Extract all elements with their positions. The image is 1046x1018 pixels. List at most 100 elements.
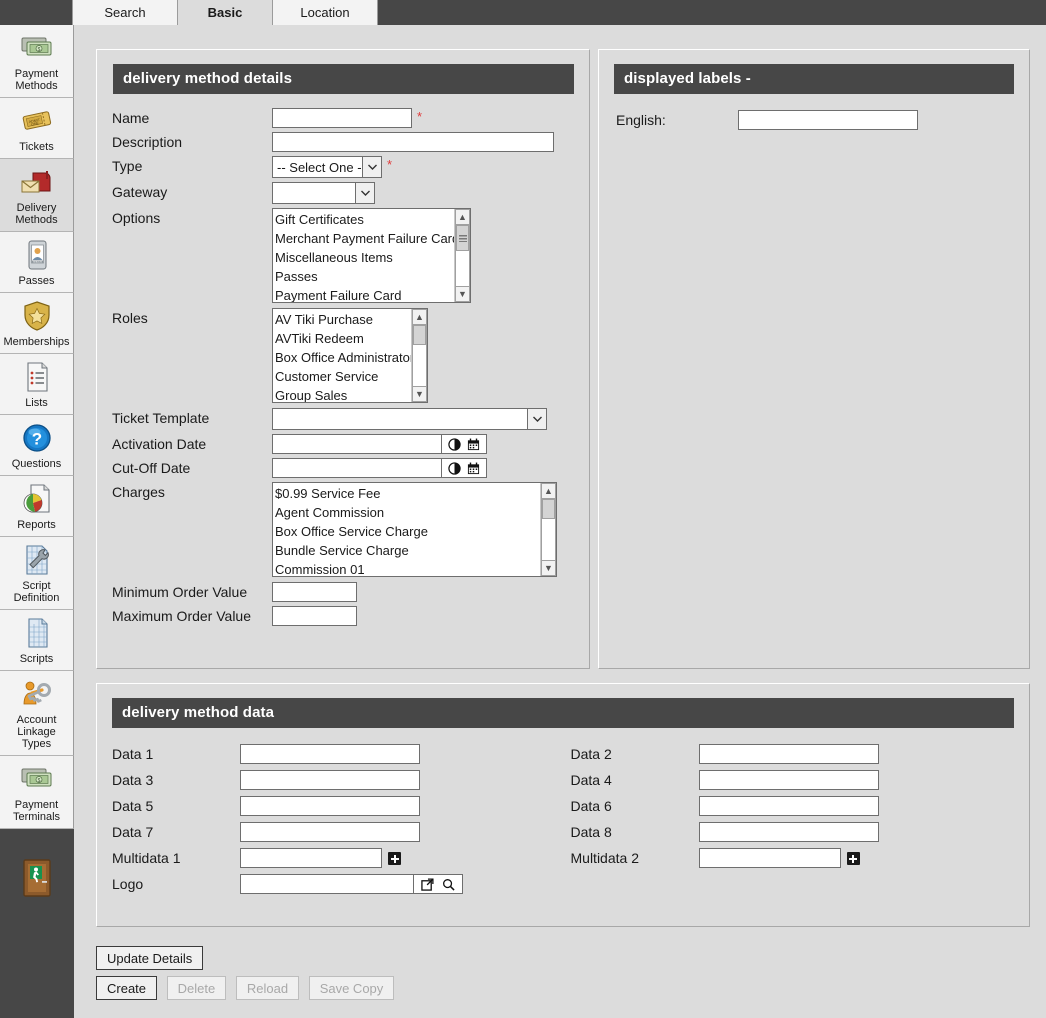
cut-off-date-field — [272, 458, 487, 478]
sidebar-item-account-linkage-types[interactable]: Account Linkage Types — [0, 671, 74, 756]
list-item[interactable]: Commission 01 — [275, 560, 540, 576]
list-item[interactable]: Merchant Payment Failure Card — [275, 229, 454, 248]
data-field-label: Data 1 — [112, 746, 154, 762]
logo-actions[interactable] — [414, 874, 463, 894]
activation-date-input[interactable] — [272, 434, 442, 454]
list-item[interactable]: Customer Service — [275, 367, 411, 386]
search-icon[interactable] — [442, 878, 455, 891]
sidebar-item-memberships[interactable]: Memberships — [0, 293, 74, 354]
activation-date-pickers[interactable] — [442, 434, 487, 454]
field-row-type: Type -- Select One -- * — [112, 156, 589, 178]
add-plus-icon[interactable] — [846, 852, 860, 865]
english-input[interactable] — [738, 110, 918, 130]
list-item[interactable]: Agent Commission — [275, 503, 540, 522]
exit-door-icon — [19, 857, 55, 902]
data-4-input[interactable] — [698, 770, 879, 790]
external-link-icon[interactable] — [421, 877, 434, 891]
scroll-track[interactable] — [412, 325, 427, 386]
list-item[interactable]: AV Tiki Purchase — [275, 310, 411, 329]
sidebar-exit-button[interactable] — [0, 829, 74, 929]
sidebar-item-delivery-methods[interactable]: Delivery Methods — [0, 159, 74, 232]
options-listbox-items[interactable]: Gift Certificates Merchant Payment Failur… — [273, 209, 454, 302]
data-1-input[interactable] — [240, 744, 420, 764]
sidebar-item-scripts[interactable]: Scripts — [0, 610, 74, 671]
logo-input[interactable] — [240, 874, 414, 894]
calendar-icon[interactable] — [467, 462, 480, 475]
roles-listbox[interactable]: AV Tiki Purchase AVTiki Redeem Box Office … — [272, 308, 428, 403]
sidebar-item-tickets[interactable]: ADMIT ONE Tickets — [0, 98, 74, 159]
data-field-row: Data 3 — [112, 770, 571, 790]
list-item[interactable]: AVTiki Redeem — [275, 329, 411, 348]
multidata-1-input[interactable] — [240, 848, 382, 868]
type-select[interactable]: -- Select One -- — [272, 156, 382, 178]
sidebar-item-questions[interactable]: ? Questions — [0, 415, 74, 476]
scroll-up-icon[interactable]: ▲ — [541, 483, 556, 499]
description-input[interactable] — [272, 132, 554, 152]
scroll-thumb[interactable] — [542, 499, 555, 519]
create-button[interactable]: Create — [96, 976, 158, 1000]
list-item[interactable]: Miscellaneous Items — [275, 248, 454, 267]
options-listbox[interactable]: Gift Certificates Merchant Payment Failur… — [272, 208, 471, 303]
wrench-grid-icon — [19, 543, 55, 577]
name-input[interactable] — [272, 108, 412, 128]
list-item[interactable]: Box Office Service Charge — [275, 522, 540, 541]
minimum-order-value-input[interactable] — [272, 582, 357, 602]
sidebar-item-passes[interactable]: SEASON Passes — [0, 232, 74, 293]
sidebar-item-script-definition[interactable]: Script Definition — [0, 537, 74, 610]
list-item[interactable]: Passes — [275, 267, 454, 286]
tab-location[interactable]: Location — [272, 0, 378, 25]
data-7-input[interactable] — [240, 822, 420, 842]
list-item[interactable]: Bundle Service Charge — [275, 541, 540, 560]
data-3-input[interactable] — [240, 770, 420, 790]
sidebar-item-lists[interactable]: Lists — [0, 354, 74, 415]
create-label: Create — [107, 980, 147, 996]
calendar-icon[interactable] — [467, 438, 480, 451]
gateway-select[interactable] — [272, 182, 375, 204]
scroll-down-icon[interactable]: ▼ — [412, 386, 427, 402]
clock-icon[interactable] — [448, 437, 461, 451]
charges-listbox-items[interactable]: $0.99 Service Fee Agent Commission Box Off… — [273, 483, 540, 576]
data-8-input[interactable] — [698, 822, 879, 842]
data-5-input[interactable] — [240, 796, 420, 816]
name-required-marker: * — [417, 109, 423, 124]
scroll-down-icon[interactable]: ▼ — [541, 560, 556, 576]
list-item[interactable]: Box Office Administrator — [275, 348, 411, 367]
sidebar-item-payment-terminals[interactable]: $ Payment Terminals — [0, 756, 74, 829]
ticket-template-select[interactable] — [272, 408, 547, 430]
sidebar-item-label: Delivery Methods — [15, 202, 58, 226]
add-plus-icon[interactable] — [388, 852, 401, 865]
activation-date-label: Activation Date — [112, 436, 207, 452]
cut-off-date-pickers[interactable] — [442, 458, 487, 478]
tab-basic[interactable]: Basic — [178, 0, 272, 25]
update-details-button[interactable]: Update Details — [96, 946, 204, 970]
scroll-track[interactable] — [541, 499, 556, 560]
sidebar-item-reports[interactable]: Reports — [0, 476, 74, 537]
roles-listbox-items[interactable]: AV Tiki Purchase AVTiki Redeem Box Office … — [273, 309, 411, 402]
maximum-order-value-input[interactable] — [272, 606, 357, 626]
data-2-input[interactable] — [698, 744, 879, 764]
roles-scrollbar[interactable]: ▲ ▼ — [411, 309, 427, 402]
cut-off-date-input[interactable] — [272, 458, 442, 478]
sidebar-item-payment-methods[interactable]: $ Payment Methods — [0, 25, 74, 98]
scroll-up-icon[interactable]: ▲ — [412, 309, 427, 325]
list-item[interactable]: Group Sales — [275, 386, 411, 402]
sidebar-item-label: Scripts — [19, 653, 54, 665]
action-buttons: Update Details Create Delete Reload Save… — [96, 946, 395, 1006]
clock-icon[interactable] — [448, 461, 461, 475]
data-6-input[interactable] — [698, 796, 879, 816]
list-item[interactable]: Payment Failure Card — [275, 286, 454, 302]
scroll-thumb[interactable] — [456, 225, 469, 251]
charges-scrollbar[interactable]: ▲ ▼ — [540, 483, 556, 576]
charges-listbox[interactable]: $0.99 Service Fee Agent Commission Box Off… — [272, 482, 557, 577]
scroll-track[interactable] — [455, 225, 470, 286]
tab-search[interactable]: Search — [72, 0, 178, 25]
scroll-up-icon[interactable]: ▲ — [455, 209, 470, 225]
options-scrollbar[interactable]: ▲ ▼ — [454, 209, 470, 302]
sidebar-item-label: Memberships — [3, 336, 70, 348]
activation-date-field — [272, 434, 487, 454]
scroll-down-icon[interactable]: ▼ — [455, 286, 470, 302]
scroll-thumb[interactable] — [413, 325, 426, 345]
list-item[interactable]: $0.99 Service Fee — [275, 484, 540, 503]
multidata-2-input[interactable] — [698, 848, 841, 868]
list-item[interactable]: Gift Certificates — [275, 210, 454, 229]
